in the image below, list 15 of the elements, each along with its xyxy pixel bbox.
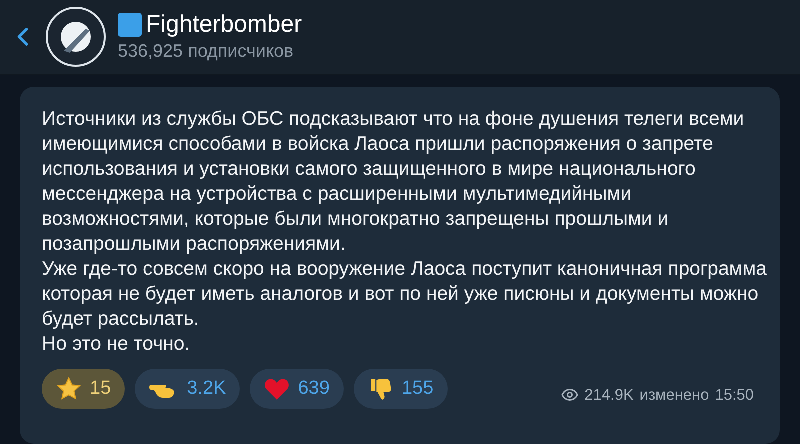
channel-title: Fighterbomber xyxy=(146,11,302,39)
message-time: 15:50 xyxy=(715,386,754,406)
reaction-chip[interactable]: 155 xyxy=(354,369,448,409)
message-text: Но это не точно. xyxy=(42,332,192,357)
channel-avatar xyxy=(46,7,106,67)
reaction-chip[interactable]: 15 xyxy=(42,369,126,409)
edited-label: изменено xyxy=(640,386,710,406)
message-text: Источники из службы ОБС подсказывают что на фоне душения телеги всеми имеющимися способами в войска Лаоса пришли распоряжения о запрете использования и установки самого защищенного в мире национального мессенджера на устройства с расширенными мультимедийными возможностями, которые были многократно запрещены прошлыми и позапрошлыми распоряжениями. xyxy=(42,107,746,257)
star-icon xyxy=(56,376,82,402)
message-text: Уже где-то совсем скоро на вооружение Лаоса поступит каноничная программа которая не будет иметь аналогов и вот по ней уже писюны и документы можно будет рассылать. xyxy=(42,257,767,332)
reaction-chip[interactable]: 3.2K xyxy=(135,369,240,409)
heart-icon xyxy=(264,377,290,401)
subscriber-count: 536,925 подписчиков xyxy=(118,40,295,63)
reaction-chip[interactable]: 639 xyxy=(250,369,344,409)
view-count: 214.9K xyxy=(584,386,634,406)
